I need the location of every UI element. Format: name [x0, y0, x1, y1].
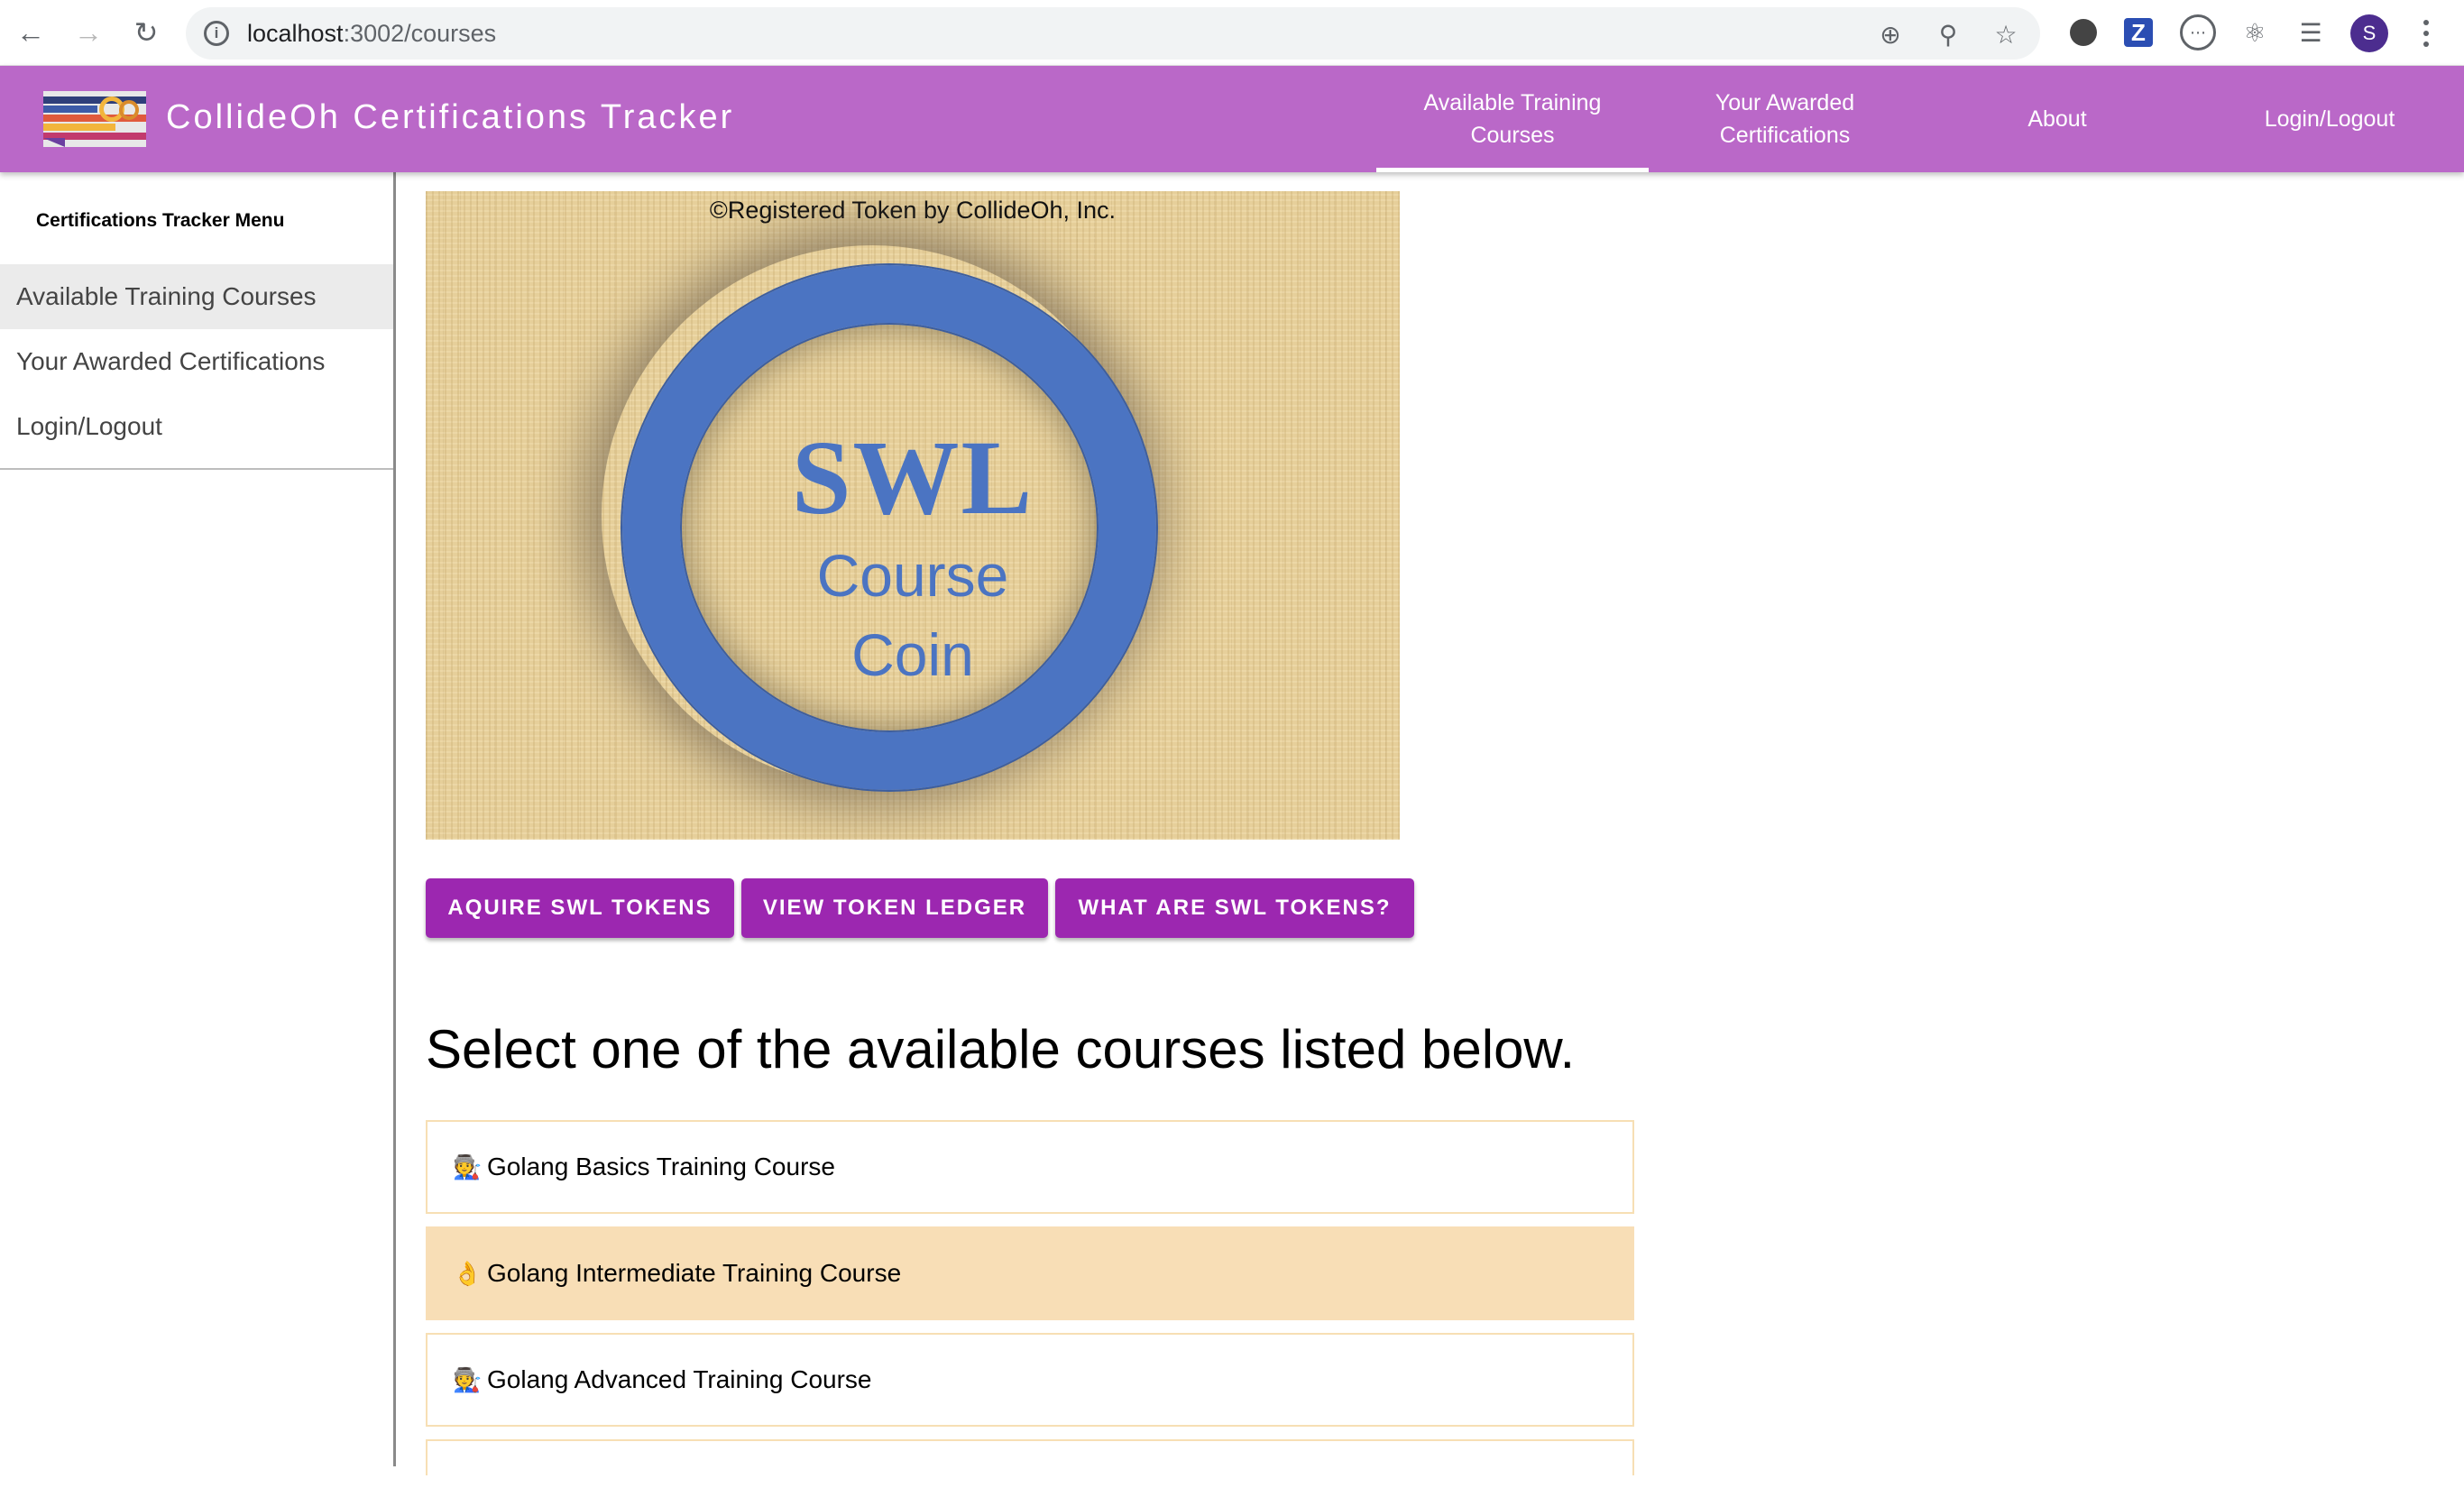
- browser-menu-icon[interactable]: [2417, 14, 2435, 52]
- profile-avatar[interactable]: S: [2350, 14, 2388, 52]
- course-list: 🧑‍🏭 Golang Basics Training Course 👌 Gola…: [426, 1120, 1634, 1488]
- token-copyright-caption: ©Registered Token by CollideOh, Inc.: [709, 197, 1117, 224]
- site-info-icon[interactable]: i: [204, 21, 229, 46]
- app-logo: [43, 91, 146, 147]
- address-bar[interactable]: i localhost:3002/courses ⊕ ⚲ ☆: [186, 7, 2040, 60]
- tab-your-awarded-certifications[interactable]: Your Awarded Certifications: [1649, 66, 1921, 172]
- course-title: Golang Advanced Training Course: [487, 1365, 872, 1393]
- sidebar-item-label: Login/Logout: [16, 412, 162, 440]
- bookmark-star-icon[interactable]: ☆: [1991, 20, 2020, 49]
- course-card-golang-basics[interactable]: 🧑‍🏭 Golang Basics Training Course: [426, 1120, 1634, 1214]
- course-title: Golang Intermediate Training Course: [487, 1259, 902, 1287]
- sidebar-item-login-logout[interactable]: Login/Logout: [0, 394, 393, 459]
- main-content: ©Registered Token by CollideOh, Inc. SWL…: [426, 172, 2464, 1475]
- swl-token-image: ©Registered Token by CollideOh, Inc. SWL…: [426, 191, 1400, 840]
- course-card-golang-intermediate[interactable]: 👌 Golang Intermediate Training Course: [426, 1226, 1634, 1320]
- sidebar-item-your-awarded-certifications[interactable]: Your Awarded Certifications: [0, 329, 393, 394]
- tab-label: About: [2027, 106, 2087, 132]
- extension-brackets-icon[interactable]: ⋯: [2180, 14, 2216, 51]
- profile-initial: S: [2362, 22, 2377, 44]
- token-actions: AQUIRE SWL TOKENS VIEW TOKEN LEDGER WHAT…: [426, 878, 1421, 938]
- reload-icon[interactable]: ↻: [124, 11, 168, 54]
- course-title: Golang Basics Training Course: [487, 1153, 835, 1180]
- course-card-golang-advanced[interactable]: 🧑‍🏭 Golang Advanced Training Course: [426, 1333, 1634, 1427]
- sidebar-menu: Available Training Courses Your Awarded …: [0, 264, 393, 470]
- page-heading: Select one of the available courses list…: [426, 1019, 1576, 1079]
- construction-worker-icon: 🧑‍🏭: [453, 1365, 483, 1393]
- sidebar-item-available-training-courses[interactable]: Available Training Courses: [0, 264, 393, 329]
- install-app-icon[interactable]: ⊕: [1876, 20, 1905, 49]
- url-host: localhost: [247, 20, 344, 47]
- extensions-puzzle-icon[interactable]: ⚛: [2237, 14, 2273, 51]
- url-text[interactable]: localhost:3002/courses: [247, 20, 496, 48]
- zoom-out-icon[interactable]: ⚲: [1934, 20, 1963, 49]
- tab-label: Login/Logout: [2264, 106, 2395, 132]
- tab-label: Your Awarded Certifications: [1715, 90, 1855, 148]
- extension-z-icon[interactable]: Z: [2124, 18, 2153, 47]
- extension-z-label: Z: [2131, 18, 2146, 46]
- forward-arrow-icon[interactable]: →: [67, 11, 110, 54]
- coin-subtitle-course: Course: [816, 542, 1009, 609]
- app-title: CollideOh Certifications Tracker: [166, 98, 735, 136]
- coin-title: SWL: [791, 418, 1034, 537]
- back-arrow-icon[interactable]: ←: [9, 11, 52, 54]
- sidebar-title: Certifications Tracker Menu: [36, 210, 285, 231]
- what-are-swl-tokens-button[interactable]: WHAT ARE SWL TOKENS?: [1055, 878, 1414, 938]
- app-header: CollideOh Certifications Tracker Availab…: [0, 66, 2464, 172]
- tab-login-logout[interactable]: Login/Logout: [2193, 66, 2464, 172]
- coin-subtitle-coin: Coin: [851, 621, 974, 688]
- tab-label: Available Training Courses: [1423, 90, 1602, 148]
- acquire-swl-tokens-button[interactable]: AQUIRE SWL TOKENS: [426, 878, 734, 938]
- extension-theme-icon[interactable]: [2070, 19, 2097, 46]
- view-token-ledger-button[interactable]: VIEW TOKEN LEDGER: [741, 878, 1048, 938]
- tab-available-training-courses[interactable]: Available Training Courses: [1376, 66, 1649, 172]
- construction-worker-icon: 🧑‍🏭: [453, 1153, 483, 1180]
- sidebar: Certifications Tracker Menu Available Tr…: [0, 172, 396, 1466]
- sidebar-item-label: Available Training Courses: [16, 282, 317, 310]
- url-path: :3002/courses: [343, 20, 497, 47]
- tab-about[interactable]: About: [1921, 66, 2193, 172]
- ok-hand-icon: 👌: [453, 1259, 483, 1287]
- course-card-partial[interactable]: [426, 1439, 1634, 1475]
- browser-toolbar: ← → ↻ i localhost:3002/courses ⊕ ⚲ ☆ Z ⋯…: [0, 0, 2464, 66]
- sidebar-item-label: Your Awarded Certifications: [16, 347, 326, 375]
- reading-list-icon[interactable]: ☰: [2293, 14, 2329, 51]
